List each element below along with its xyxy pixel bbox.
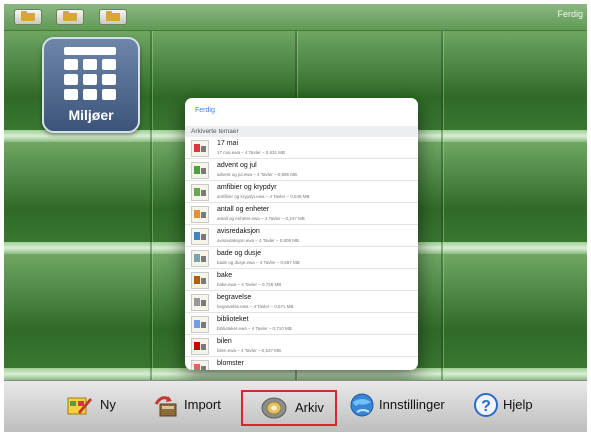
car-icon — [191, 338, 209, 355]
svg-text:?: ? — [481, 398, 491, 415]
item-title: advent og jul — [217, 162, 257, 169]
list-item[interactable]: begravelse begravelse.ewa – 4 Tavler – 0,… — [185, 291, 418, 313]
app-screen: Ferdig Miljøer Ferdig Arkiverte temaer 1… — [4, 4, 587, 432]
library-icon — [191, 316, 209, 333]
list-item[interactable]: amfibier og krypdyr amfibier og krypdyr.e… — [185, 181, 418, 203]
shelf-divider — [150, 30, 152, 380]
archive-label: Arkiv — [295, 400, 324, 415]
help-icon: ? — [474, 393, 498, 417]
folder-icon — [106, 11, 120, 21]
baking-icon — [191, 272, 209, 289]
item-title: blomster — [217, 360, 244, 367]
list-item[interactable]: blomsterblomster.ewa – 4 Tavler – 0,647 … — [185, 357, 418, 370]
help-button[interactable]: ? Hjelp — [473, 389, 543, 421]
folder-button-1[interactable] — [14, 9, 42, 25]
list-item[interactable]: avisredaksjon avisredaksjon.ewa – 4 Tavle… — [185, 225, 418, 247]
grid-icon — [64, 47, 116, 103]
list-item[interactable]: antall og enheter antall og enheter.ewa –… — [185, 203, 418, 225]
environments-label: Miljøer — [68, 107, 114, 123]
item-subtitle: bilen.ewa – 4 Tavler – 0,537 MB — [217, 348, 281, 353]
environments-button[interactable]: Miljøer — [42, 37, 140, 133]
folder-grid-icon — [63, 11, 77, 21]
list-item[interactable]: bade og dusje bade og dusje.ewa – 4 Tavle… — [185, 247, 418, 269]
item-subtitle: bade og dusje.ewa – 4 Tavler – 0,687 MB — [217, 260, 300, 265]
top-bar: Ferdig — [4, 4, 587, 31]
list-item[interactable]: 17 mai 17 mai.ewa – 4 Tavler – 0,631 MB — [185, 137, 418, 159]
item-title: bake — [217, 272, 233, 279]
item-title: avisredaksjon — [217, 228, 260, 235]
item-subtitle: biblioteket.ewa – 4 Tavler – 0,710 MB — [217, 326, 292, 331]
archive-popover: Ferdig Arkiverte temaer 17 mai 17 mai.ewa… — [185, 98, 418, 370]
counting-icon — [191, 206, 209, 223]
help-label: Hjelp — [503, 397, 533, 412]
newspaper-icon — [191, 228, 209, 245]
item-subtitle: advent og jul.ewa – 4 Tavler – 0,695 MB — [217, 172, 297, 177]
import-icon — [154, 396, 177, 417]
flag-icon — [191, 140, 209, 157]
done-button[interactable]: Ferdig — [557, 9, 583, 19]
list-item[interactable]: biblioteket biblioteket.ewa – 4 Tavler – … — [185, 313, 418, 335]
new-label: Ny — [100, 397, 116, 412]
frog-icon — [191, 184, 209, 201]
new-icon — [67, 397, 92, 415]
christmas-icon — [191, 162, 209, 179]
settings-label: Innstillinger — [379, 397, 445, 412]
item-subtitle: 17 mai.ewa – 4 Tavler – 0,631 MB — [217, 150, 285, 155]
import-button[interactable]: Import — [154, 389, 232, 421]
grave-icon — [191, 294, 209, 311]
popover-done-button[interactable]: Ferdig — [195, 107, 215, 114]
folder-button-2[interactable] — [56, 9, 84, 25]
item-subtitle: bake.ewa – 4 Tavler – 0,728 MB — [217, 282, 282, 287]
settings-globe-icon — [350, 393, 374, 417]
import-label: Import — [184, 397, 221, 412]
item-title: begravelse — [217, 294, 252, 301]
item-title: bade og dusje — [217, 250, 261, 257]
shelf-divider — [441, 30, 443, 380]
item-subtitle: antall og enheter.ewa – 4 Tavler – 0,247… — [217, 216, 305, 221]
bath-icon — [191, 250, 209, 267]
item-title: biblioteket — [217, 316, 249, 323]
item-title: amfibier og krypdyr — [217, 184, 277, 191]
archive-button[interactable]: Arkiv — [241, 390, 337, 426]
item-subtitle: begravelse.ewa – 4 Tavler – 0,571 MB — [217, 304, 294, 309]
section-header: Arkiverte temaer — [185, 126, 418, 137]
item-title: antall og enheter — [217, 206, 270, 213]
item-title: 17 mai — [217, 140, 239, 147]
list-item[interactable]: bilen bilen.ewa – 4 Tavler – 0,537 MB — [185, 335, 418, 357]
list-item[interactable]: advent og jul advent og jul.ewa – 4 Tavle… — [185, 159, 418, 181]
flower-icon — [191, 360, 209, 370]
folder-icon — [21, 11, 35, 21]
bottom-toolbar: Ny Import Arkiv Innstillinger ? Hjelp — [4, 380, 587, 432]
new-button[interactable]: Ny — [66, 389, 130, 421]
list-item[interactable]: bake bake.ewa – 4 Tavler – 0,728 MB — [185, 269, 418, 291]
item-subtitle: amfibier og krypdyr.ewa – 4 Tavler – 0,5… — [217, 194, 310, 199]
item-title: bilen — [217, 338, 232, 345]
folder-button-3[interactable] — [99, 9, 127, 25]
archive-disc-icon — [261, 397, 287, 419]
settings-button[interactable]: Innstillinger — [349, 389, 459, 421]
item-subtitle: avisredaksjon.ewa – 4 Tavler – 0,808 MB — [217, 238, 299, 243]
